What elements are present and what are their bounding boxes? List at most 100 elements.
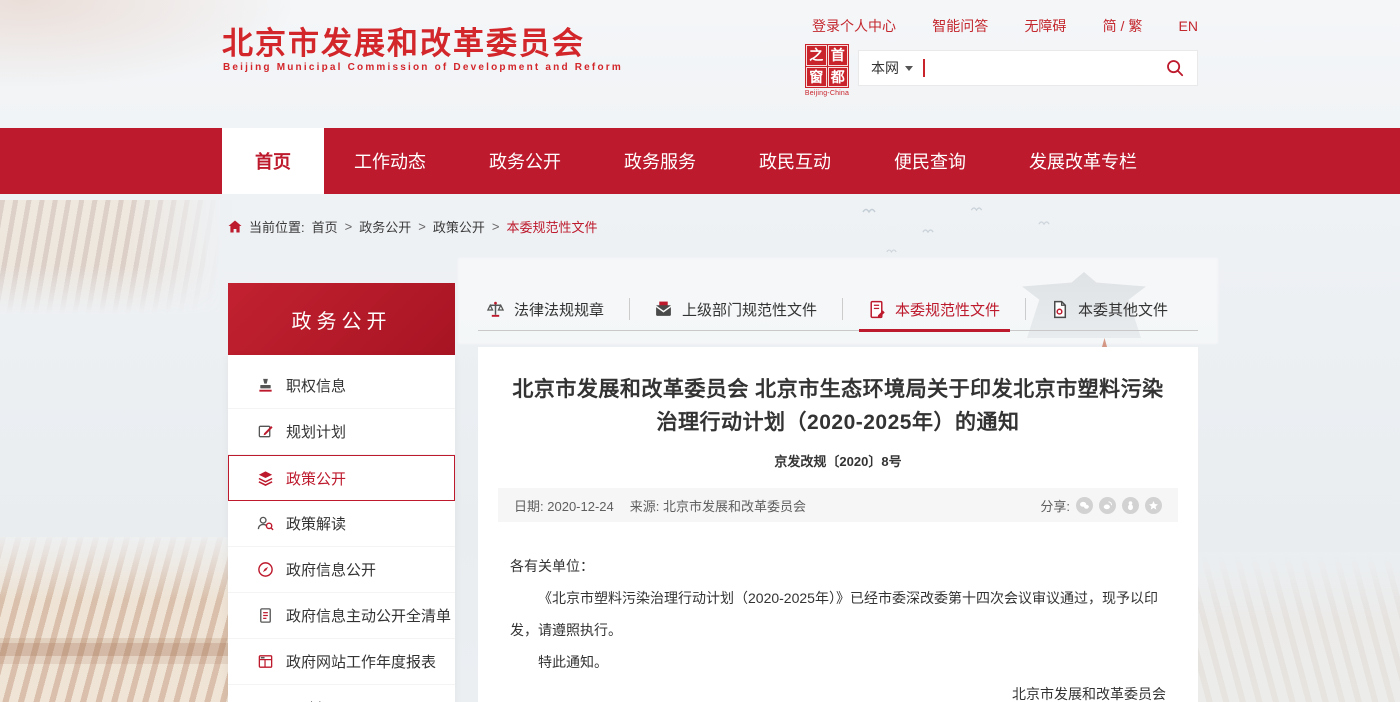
sidebar-item-label: 政府网站工作年度报表	[286, 651, 436, 672]
seal-char: 之	[806, 45, 827, 66]
salutation: 各有关单位：	[510, 550, 1166, 582]
source-value: 北京市发展和改革委员会	[663, 499, 806, 514]
link-login-personal-center[interactable]: 登录个人中心	[812, 16, 896, 36]
bird-icon	[970, 198, 983, 216]
search-icon	[1165, 58, 1185, 78]
bird-icon	[922, 220, 934, 238]
sidebar-item-annual-website-report[interactable]: 政府网站工作年度报表	[228, 639, 455, 685]
body-paragraph: 《北京市塑料污染治理行动计划（2020-2025年）》已经市委深改委第十四次会议…	[510, 582, 1166, 646]
capital-window-seal-logo[interactable]: 之 首 窗 都 Beijing-China	[803, 44, 851, 97]
nav-item-convenient-inquiry[interactable]: 便民查询	[894, 128, 966, 194]
sidebar-item-label: 职权信息	[286, 375, 346, 396]
tab-label: 本委其他文件	[1078, 299, 1168, 320]
seal-char: 首	[828, 45, 849, 66]
sidebar-item-label: 政策公开	[286, 468, 346, 489]
person-magnifier-icon	[256, 515, 274, 533]
weibo-icon[interactable]	[1099, 497, 1116, 514]
wechat-icon[interactable]	[1076, 497, 1093, 514]
sidebar-menu: 职权信息 规划计划 政策公开 政策解读	[228, 355, 455, 702]
bird-icon	[1038, 212, 1050, 230]
document-number: 京发改规〔2020〕8号	[498, 451, 1178, 470]
nav-item-interaction[interactable]: 政民互动	[759, 128, 831, 194]
signature: 北京市发展和改革委员会	[510, 678, 1166, 702]
link-smart-qa[interactable]: 智能问答	[932, 16, 988, 36]
plan-edit-icon	[256, 423, 274, 441]
site-header: 北京市发展和改革委员会 Beijing Municipal Commission…	[0, 0, 1400, 128]
body-paragraph: 特此通知。	[510, 646, 1166, 678]
breadcrumb-prefix: 当前位置:	[249, 217, 305, 236]
compass-icon	[256, 561, 274, 579]
report-table-icon	[256, 653, 274, 671]
header-utility-links: 登录个人中心 智能问答 无障碍 简 / 繁 EN	[812, 16, 1198, 36]
article-body: 各有关单位： 《北京市塑料污染治理行动计划（2020-2025年）》已经市委深改…	[510, 550, 1166, 702]
breadcrumb-separator: >	[492, 219, 500, 234]
sidebar-item-label: 政策解读	[286, 513, 346, 534]
document-category-tabs: 法律法规规章 上级部门规范性文件 本委规范性文件 本委其他文件	[478, 288, 1198, 331]
search-button[interactable]	[1165, 58, 1185, 78]
site-logo-title[interactable]: 北京市发展和改革委员会	[222, 18, 585, 63]
bg-roof-top-left	[0, 200, 232, 320]
nav-item-gov-services[interactable]: 政务服务	[624, 128, 696, 194]
sidebar-item-label: 政府信息主动公开全清单	[286, 605, 451, 626]
article-date: 日期: 2020-12-24	[514, 496, 614, 515]
nav-item-reform-column[interactable]: 发展改革专栏	[1029, 128, 1137, 194]
seal-caption: Beijing-China	[803, 90, 851, 97]
sidebar-item-proactive-disclosure-list[interactable]: 政府信息主动公开全清单	[228, 593, 455, 639]
site-search: 本网	[858, 50, 1198, 86]
seal-char: 都	[828, 67, 849, 88]
stamp-icon	[256, 377, 274, 395]
breadcrumb-separator: >	[418, 219, 426, 234]
nav-item-home[interactable]: 首页	[222, 128, 324, 194]
law-scale-icon	[486, 300, 505, 319]
breadcrumb-current: 本委规范性文件	[506, 217, 597, 236]
sidebar-item-policy-disclosure[interactable]: 政策公开	[228, 455, 455, 501]
article-source: 来源: 北京市发展和改革委员会	[630, 496, 806, 515]
sidebar-item-policy-interpretation[interactable]: 政策解读	[228, 501, 455, 547]
sidebar-item-label: 政府信息公开	[286, 559, 376, 580]
share-label: 分享:	[1040, 496, 1070, 515]
document-pen-icon	[867, 300, 886, 319]
main-nav: 首页 工作动态 政务公开 政务服务 政民互动 便民查询 发展改革专栏	[0, 128, 1400, 194]
home-icon	[228, 220, 242, 233]
site-logo-subtitle: Beijing Municipal Commission of Developm…	[223, 62, 623, 73]
link-accessibility[interactable]: 无障碍	[1024, 16, 1066, 36]
search-scope-label: 本网	[871, 58, 899, 78]
sidebar-item-planning[interactable]: 规划计划	[228, 409, 455, 455]
sidebar-item-label: 规划计划	[286, 421, 346, 442]
bg-eave-band	[0, 643, 232, 656]
sidebar-item-authority-info[interactable]: 职权信息	[228, 363, 455, 409]
seal-grid-icon: 之 首 窗 都	[805, 44, 849, 88]
sidebar-title: 政务公开	[228, 283, 455, 355]
sidebar-item-gov-info-disclosure[interactable]: 政府信息公开	[228, 547, 455, 593]
bird-icon	[862, 200, 876, 218]
breadcrumb-separator: >	[345, 219, 353, 234]
date-label: 日期:	[514, 499, 544, 514]
breadcrumb-home[interactable]: 首页	[312, 217, 338, 236]
tab-laws-regulations[interactable]: 法律法规规章	[486, 298, 630, 320]
chevron-down-icon	[905, 66, 913, 71]
favorite-star-icon[interactable]	[1145, 497, 1162, 514]
nav-item-gov-disclosure[interactable]: 政务公开	[489, 128, 561, 194]
search-input[interactable]	[925, 59, 1166, 77]
breadcrumb-gov-disclosure[interactable]: 政务公开	[359, 217, 411, 236]
sidebar-item-double-random-disclosure[interactable]: 双随机一公开	[228, 685, 455, 702]
tab-commission-other-documents[interactable]: 本委其他文件	[1050, 298, 1193, 320]
link-english[interactable]: EN	[1179, 18, 1198, 34]
article-meta-bar: 日期: 2020-12-24 来源: 北京市发展和改革委员会 分享:	[498, 488, 1178, 522]
article-panel: 北京市发展和改革委员会 北京市生态环境局关于印发北京市塑料污染治理行动计划（20…	[478, 347, 1198, 702]
nav-item-work-news[interactable]: 工作动态	[354, 128, 426, 194]
source-label: 来源:	[630, 499, 660, 514]
qq-icon[interactable]	[1122, 497, 1139, 514]
tab-label: 上级部门规范性文件	[682, 299, 817, 320]
search-scope-dropdown[interactable]: 本网	[871, 58, 913, 78]
breadcrumb: 当前位置: 首页 > 政务公开 > 政策公开 > 本委规范性文件	[228, 217, 597, 236]
mail-document-icon	[654, 300, 673, 319]
sidebar: 政务公开 职权信息 规划计划 政策公开	[228, 283, 455, 702]
bg-roof-bottom-left	[0, 537, 232, 702]
bird-icon	[886, 240, 897, 258]
tab-superior-normative-documents[interactable]: 上级部门规范性文件	[654, 298, 843, 320]
tab-commission-normative-documents[interactable]: 本委规范性文件	[867, 298, 1026, 320]
breadcrumb-policy-disclosure[interactable]: 政策公开	[433, 217, 485, 236]
link-simplified-traditional[interactable]: 简 / 繁	[1103, 16, 1143, 36]
document-list-icon	[256, 607, 274, 625]
